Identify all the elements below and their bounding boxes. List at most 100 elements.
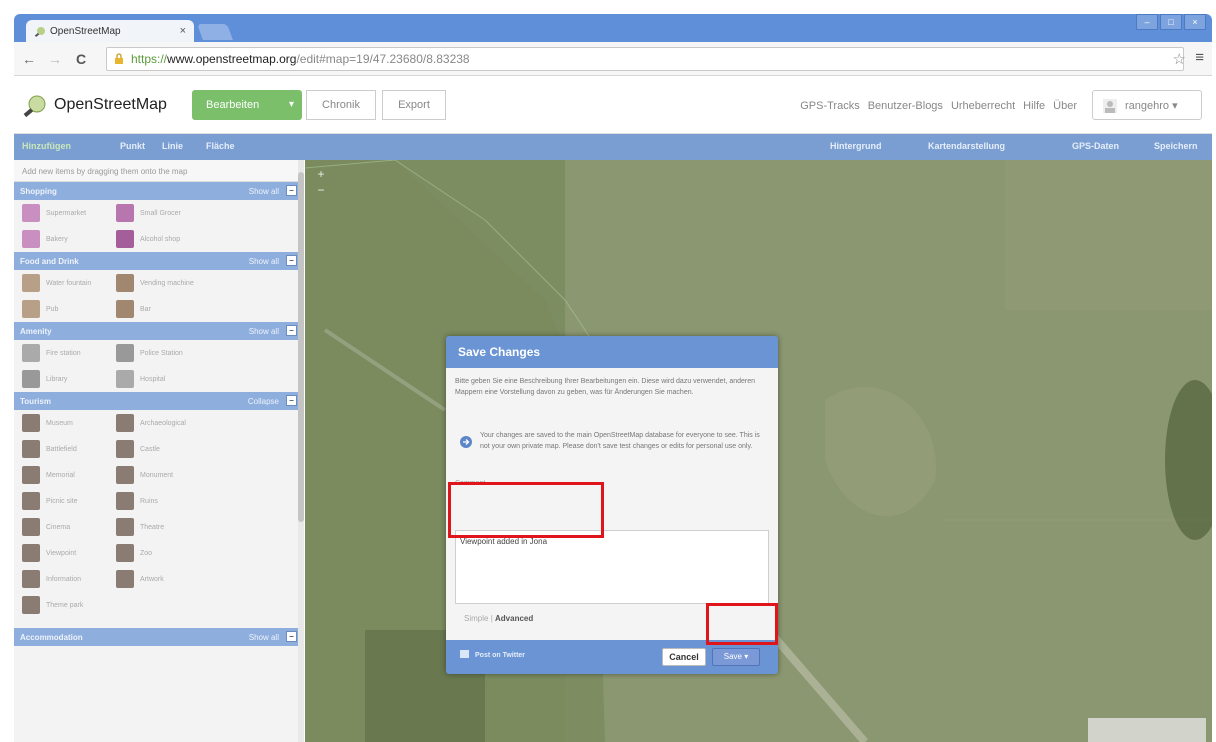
- save-button[interactable]: Save ▾: [712, 648, 760, 666]
- avatar-icon: [1103, 99, 1117, 113]
- pub-icon: [22, 300, 40, 318]
- comment-mode-tabs: Simple | Advanced: [464, 614, 533, 623]
- category-amenity[interactable]: Amenity Show all −: [14, 322, 303, 340]
- reload-icon[interactable]: C: [76, 51, 86, 67]
- link-help[interactable]: Hilfe: [1023, 100, 1045, 112]
- collapse-icon[interactable]: −: [286, 631, 297, 642]
- scrollbar-thumb[interactable]: [298, 172, 304, 522]
- category-food[interactable]: Food and Drink Show all −: [14, 252, 303, 270]
- category-tourism[interactable]: Tourism Collapse −: [14, 392, 303, 410]
- preset-row: Pub Bar: [14, 296, 303, 322]
- back-icon[interactable]: ←: [22, 51, 36, 67]
- collapse-icon[interactable]: −: [286, 185, 297, 196]
- bookmark-star-icon[interactable]: ☆: [1173, 50, 1186, 68]
- fire-station-icon: [22, 344, 40, 362]
- info-arrow-icon: [460, 436, 472, 448]
- header-links: GPS-Tracks Benutzer-Blogs Urheberrecht H…: [800, 100, 1077, 112]
- tab-simple[interactable]: Simple: [464, 614, 488, 623]
- show-all-link[interactable]: Show all: [249, 187, 279, 196]
- map-data-button[interactable]: Kartendarstellung: [928, 141, 1005, 151]
- osm-logo-icon: [23, 95, 46, 118]
- export-button[interactable]: Export: [382, 90, 446, 120]
- close-window-button[interactable]: ×: [1184, 14, 1206, 30]
- osm-brand[interactable]: OpenStreetMap: [54, 96, 167, 114]
- address-bar[interactable]: https://www.openstreetmap.org/edit#map=1…: [106, 47, 1184, 71]
- category-title: Shopping: [20, 187, 57, 196]
- preset-row: Viewpoint Zoo: [14, 540, 303, 566]
- category-shopping[interactable]: Shopping Show all −: [14, 182, 303, 200]
- comment-textarea[interactable]: Viewpoint added in Jona: [455, 530, 769, 604]
- battlefield-icon: [22, 440, 40, 458]
- category-title: Tourism: [20, 397, 51, 406]
- user-menu-button[interactable]: rangehro ▾: [1092, 90, 1202, 120]
- category-accommodation[interactable]: Accommodation Show all −: [14, 628, 303, 646]
- info-text: Your changes are saved to the main OpenS…: [480, 432, 760, 450]
- edit-dropdown-chevron-icon[interactable]: ▾: [289, 99, 294, 110]
- zoom-out-button[interactable]: −: [313, 182, 329, 198]
- collapse-icon[interactable]: −: [286, 255, 297, 266]
- link-about[interactable]: Über: [1053, 100, 1077, 112]
- add-area-button[interactable]: Fläche: [206, 141, 235, 151]
- hospital-icon: [116, 370, 134, 388]
- museum-icon: [22, 414, 40, 432]
- collapse-icon[interactable]: −: [286, 395, 297, 406]
- alcohol-icon: [116, 230, 134, 248]
- vending-icon: [116, 274, 134, 292]
- maximize-button[interactable]: □: [1160, 14, 1182, 30]
- history-button[interactable]: Chronik: [306, 90, 376, 120]
- browser-tab[interactable]: OpenStreetMap ×: [26, 20, 194, 44]
- show-all-link[interactable]: Show all: [249, 633, 279, 642]
- post-on-twitter-link[interactable]: Post on Twitter: [460, 650, 525, 659]
- gps-data-button[interactable]: GPS-Daten: [1072, 141, 1119, 151]
- library-icon: [22, 370, 40, 388]
- preset-row: Memorial Monument: [14, 462, 303, 488]
- preset-row: Museum Archaeological: [14, 410, 303, 436]
- add-feature-button[interactable]: Hinzufügen: [22, 141, 71, 151]
- show-all-link[interactable]: Show all: [249, 327, 279, 336]
- background-button[interactable]: Hintergrund: [830, 141, 882, 151]
- zoom-in-button[interactable]: +: [313, 166, 329, 182]
- cancel-button[interactable]: Cancel: [662, 648, 706, 666]
- link-gps-tracks[interactable]: GPS-Tracks: [800, 100, 860, 112]
- edit-button[interactable]: Bearbeiten ▾: [192, 90, 302, 120]
- preset-row: Fire station Police Station: [14, 340, 303, 366]
- osm-favicon-icon: [34, 27, 45, 38]
- preset-row: Water fountain Vending machine: [14, 270, 303, 296]
- minimize-button[interactable]: –: [1136, 14, 1158, 30]
- archaeological-icon: [116, 414, 134, 432]
- tab-close-icon[interactable]: ×: [180, 25, 186, 37]
- url-path: /edit#map=19/47.23680/8.83238: [296, 52, 470, 66]
- preset-row: Supermarket Small Grocer: [14, 200, 303, 226]
- dialog-footer: Post on Twitter Cancel Save ▾: [446, 640, 778, 674]
- add-line-button[interactable]: Linie: [162, 141, 183, 151]
- preset-row: Bakery Alcohol shop: [14, 226, 303, 252]
- map-scale: [1088, 718, 1206, 742]
- edit-label: Bearbeiten: [206, 99, 260, 111]
- browser-menu-icon[interactable]: ≡: [1195, 49, 1204, 66]
- editor-save-button[interactable]: Speichern: [1154, 141, 1198, 151]
- collapse-icon[interactable]: −: [286, 325, 297, 336]
- tab-advanced[interactable]: Advanced: [495, 614, 533, 623]
- highlight-save-button: [706, 603, 778, 645]
- tab-title: OpenStreetMap: [50, 26, 121, 37]
- picnic-icon: [22, 492, 40, 510]
- show-all-link[interactable]: Show all: [249, 257, 279, 266]
- bakery-icon: [22, 230, 40, 248]
- theme-park-icon: [22, 596, 40, 614]
- preset-row: Battlefield Castle: [14, 436, 303, 462]
- add-point-button[interactable]: Punkt: [120, 141, 145, 151]
- new-tab-button[interactable]: [197, 24, 233, 40]
- preset-row: Cinema Theatre: [14, 514, 303, 540]
- ruins-icon: [116, 492, 134, 510]
- fountain-icon: [22, 274, 40, 292]
- url-domain: www.openstreetmap.org: [167, 52, 297, 66]
- sidebar-scrollbar[interactable]: [298, 160, 304, 742]
- forward-icon[interactable]: →: [48, 51, 62, 67]
- zoo-icon: [116, 544, 134, 562]
- castle-icon: [116, 440, 134, 458]
- category-title: Food and Drink: [20, 257, 79, 266]
- link-user-diaries[interactable]: Benutzer-Blogs: [868, 100, 943, 112]
- artwork-icon: [116, 570, 134, 588]
- collapse-link[interactable]: Collapse: [248, 397, 279, 406]
- link-copyright[interactable]: Urheberrecht: [951, 100, 1015, 112]
